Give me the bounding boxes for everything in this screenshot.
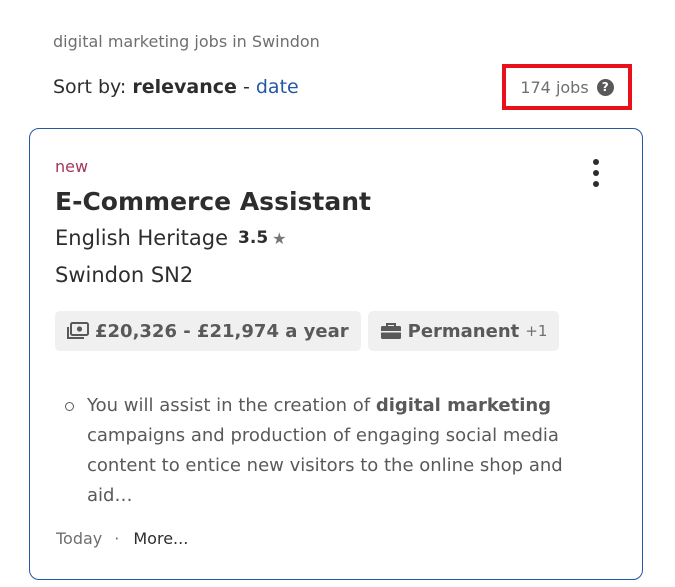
job-location: Swindon SN2 — [55, 263, 194, 287]
job-snippet: You will assist in the creation of digit… — [63, 391, 603, 511]
salary-tag: £20,326 - £21,974 a year — [55, 311, 361, 351]
snippet-after: campaigns and production of engaging soc… — [87, 425, 563, 506]
snippet-highlight: digital marketing — [375, 395, 552, 416]
card-footer: Today · More... — [56, 529, 188, 548]
job-card[interactable]: new E-Commerce Assistant English Heritag… — [29, 128, 643, 580]
snippet-item: You will assist in the creation of digit… — [63, 391, 603, 511]
job-count: 174 jobs ? — [502, 64, 632, 110]
sort-relevance: relevance — [132, 76, 237, 98]
job-type-tag: Permanent +1 — [367, 311, 560, 351]
job-count-text: 174 jobs — [520, 77, 589, 97]
footer-dot: · — [114, 529, 120, 548]
kebab-menu-icon[interactable] — [590, 157, 602, 189]
sort-separator: - — [242, 76, 250, 98]
sort-date-link[interactable]: date — [256, 76, 299, 98]
job-type-extra: +1 — [525, 322, 548, 340]
more-link[interactable]: More... — [133, 529, 188, 548]
snippet-before: You will assist in the creation of — [87, 395, 376, 416]
salary-text: £20,326 - £21,974 a year — [95, 320, 349, 342]
company-name[interactable]: English Heritage — [55, 226, 228, 250]
posted-date: Today — [56, 529, 103, 548]
company-rating: 3.5 ★ — [238, 228, 286, 248]
briefcase-icon — [380, 322, 402, 340]
rating-value: 3.5 — [238, 228, 269, 248]
company-row: English Heritage 3.5 ★ — [55, 226, 287, 250]
star-icon: ★ — [272, 228, 287, 248]
sort-prefix: Sort by: — [53, 76, 127, 98]
job-type-text: Permanent — [407, 320, 520, 342]
sort-row: Sort by: relevance - date — [53, 76, 299, 98]
salary-icon — [67, 322, 89, 340]
new-badge: new — [55, 157, 89, 176]
job-title[interactable]: E-Commerce Assistant — [55, 187, 371, 216]
job-tags: £20,326 - £21,974 a year Permanent +1 — [55, 311, 560, 351]
search-caption: digital marketing jobs in Swindon — [53, 32, 320, 51]
help-icon[interactable]: ? — [596, 78, 614, 96]
